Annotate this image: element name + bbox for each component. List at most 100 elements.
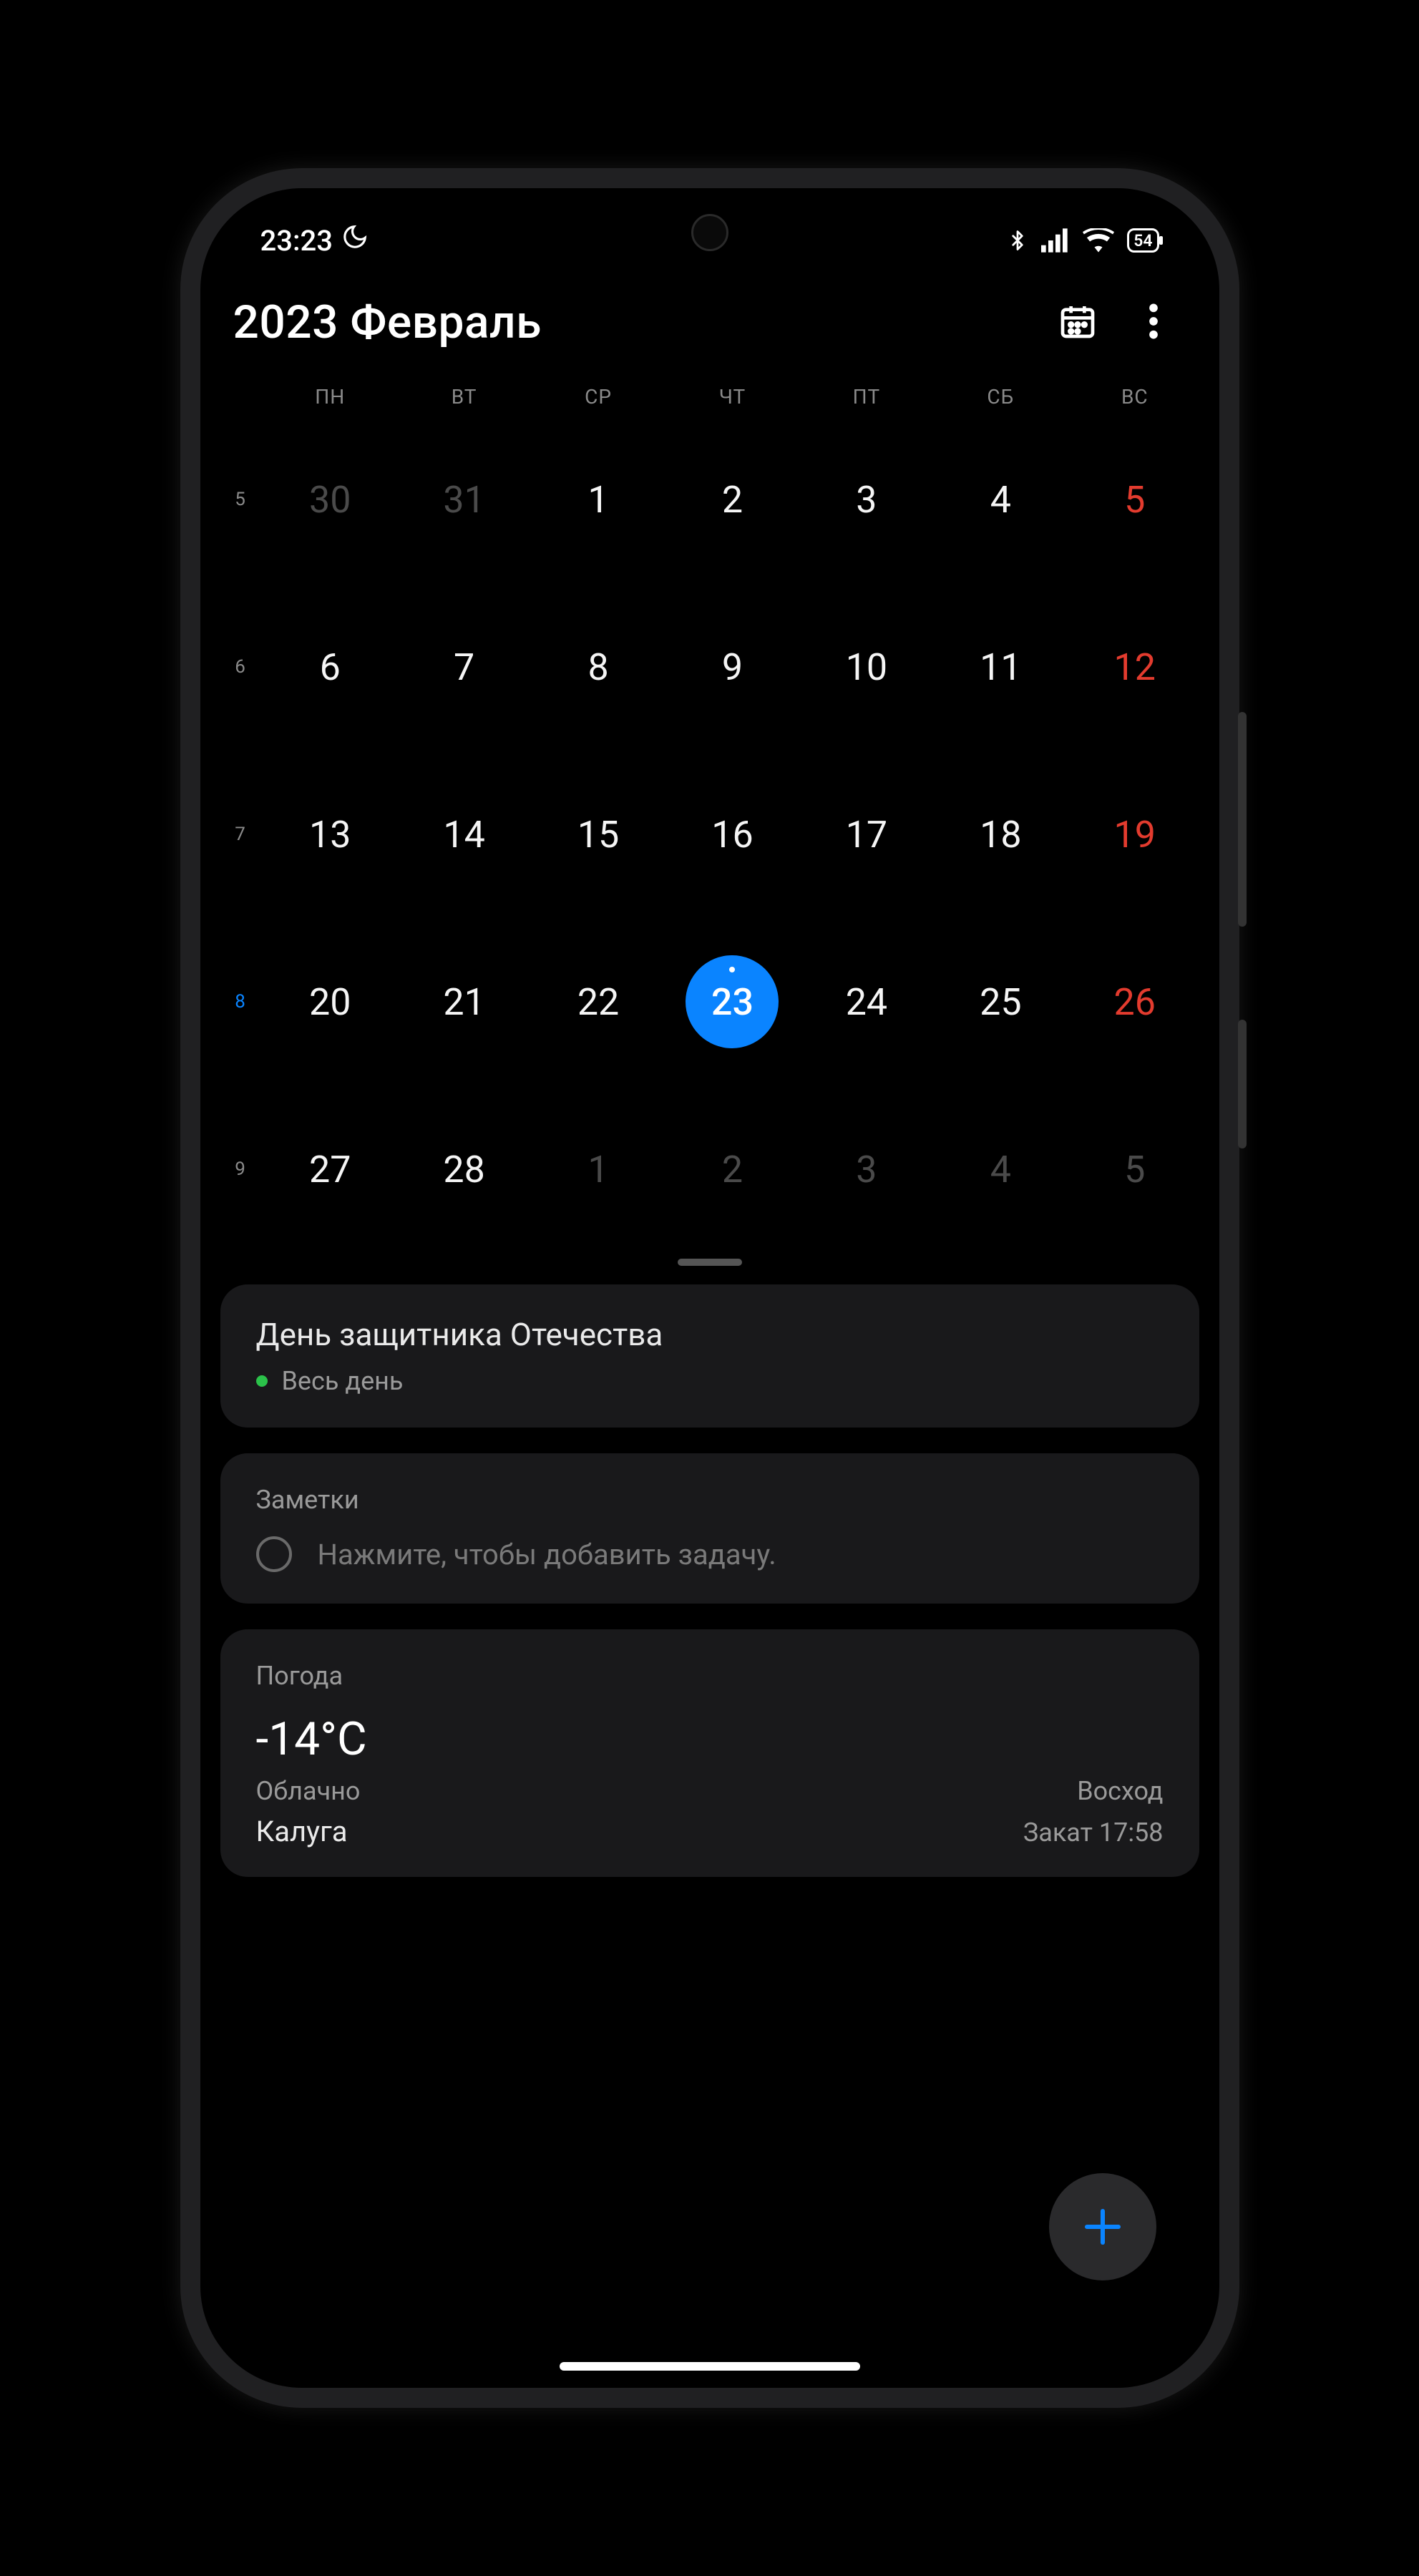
day-number: 5: [1088, 453, 1181, 546]
screen: 23:23 54 2023: [200, 188, 1219, 2388]
weather-heading: Погода: [256, 1661, 1164, 1691]
day-cell[interactable]: 2: [665, 1123, 799, 1216]
phone-frame: 23:23 54 2023: [180, 168, 1239, 2408]
day-cell[interactable]: 1: [531, 1123, 665, 1216]
day-cell[interactable]: 20: [263, 955, 397, 1048]
weather-condition: Облачно: [256, 1776, 361, 1806]
wifi-icon: [1083, 228, 1114, 253]
day-number: 2: [686, 1123, 779, 1216]
event-time: Весь день: [282, 1366, 404, 1396]
event-color-dot: [256, 1375, 268, 1387]
weekday-label: ПТ: [799, 385, 933, 409]
day-number: 7: [418, 620, 511, 713]
more-icon[interactable]: [1148, 301, 1159, 344]
weekday-label: ВС: [1068, 385, 1201, 409]
task-checkbox-icon[interactable]: [256, 1536, 292, 1572]
add-event-fab[interactable]: [1049, 2173, 1156, 2280]
day-number: 12: [1088, 620, 1181, 713]
calendar-week-row: 8 20 21 22 23242526: [218, 918, 1202, 1085]
battery-percent: 54: [1133, 231, 1152, 250]
battery-indicator: 54: [1127, 228, 1159, 253]
weather-sunrise: Восход: [1077, 1776, 1163, 1806]
day-cell[interactable]: 25: [934, 955, 1068, 1048]
day-cell[interactable]: 24: [799, 955, 933, 1048]
weekday-label: ЧТ: [665, 385, 799, 409]
weather-card[interactable]: Погода -14°C Облачно Восход Калуга Закат…: [220, 1629, 1199, 1877]
weather-city: Калуга: [256, 1815, 348, 1848]
day-number: 20: [283, 955, 376, 1048]
day-number: 21: [418, 955, 511, 1048]
week-number: 8: [218, 991, 263, 1013]
day-cell[interactable]: 12: [1068, 620, 1201, 713]
day-number: 16: [686, 788, 779, 881]
nav-indicator[interactable]: [560, 2362, 860, 2371]
signal-icon: [1041, 228, 1070, 253]
power-button[interactable]: [1238, 1020, 1247, 1148]
today-icon[interactable]: [1058, 301, 1098, 344]
day-cell[interactable]: 9: [665, 620, 799, 713]
day-cell[interactable]: 26: [1068, 955, 1201, 1048]
day-cell[interactable]: 18: [934, 788, 1068, 881]
day-cell[interactable]: 31: [397, 453, 531, 546]
day-cell[interactable]: 22: [531, 955, 665, 1048]
day-number: 3: [820, 453, 913, 546]
volume-button[interactable]: [1238, 712, 1247, 927]
camera-cutout: [691, 214, 728, 251]
day-cell[interactable]: 6: [263, 620, 397, 713]
week-number: 9: [218, 1158, 263, 1180]
day-cell[interactable]: 30: [263, 453, 397, 546]
bluetooth-icon: [1007, 226, 1028, 255]
day-cell[interactable]: 27: [263, 1123, 397, 1216]
month-year-title[interactable]: 2023 Февраль: [233, 296, 542, 349]
day-cell[interactable]: 8: [531, 620, 665, 713]
day-cell[interactable]: 10: [799, 620, 933, 713]
day-number: 30: [283, 453, 376, 546]
calendar-week-row: 9 272812345: [218, 1085, 1202, 1253]
day-cell[interactable]: 16: [665, 788, 799, 881]
day-cell[interactable]: 21: [397, 955, 531, 1048]
week-number: 6: [218, 656, 263, 678]
day-cell[interactable]: 23: [665, 955, 799, 1048]
day-cell[interactable]: 7: [397, 620, 531, 713]
notes-heading: Заметки: [256, 1485, 1164, 1515]
notes-card: Заметки Нажмите, чтобы добавить задачу.: [220, 1453, 1199, 1604]
day-number: 22: [552, 955, 645, 1048]
day-number: 1: [552, 453, 645, 546]
moon-icon: [341, 223, 369, 258]
day-number: 10: [820, 620, 913, 713]
day-cell[interactable]: 28: [397, 1123, 531, 1216]
day-number: 4: [954, 1123, 1047, 1216]
day-number: 23: [686, 955, 779, 1048]
add-task-row[interactable]: Нажмите, чтобы добавить задачу.: [256, 1536, 1164, 1572]
day-cell[interactable]: 13: [263, 788, 397, 881]
day-cell[interactable]: 3: [799, 453, 933, 546]
day-cell[interactable]: 17: [799, 788, 933, 881]
weekday-label: СБ: [934, 385, 1068, 409]
day-cell[interactable]: 14: [397, 788, 531, 881]
calendar-week-row: 7 13141516171819: [218, 751, 1202, 918]
day-cell[interactable]: 2: [665, 453, 799, 546]
day-cell[interactable]: 4: [934, 1123, 1068, 1216]
sheet-handle[interactable]: [678, 1259, 742, 1266]
week-number: 7: [218, 824, 263, 845]
app-header: 2023 Февраль: [218, 267, 1202, 364]
day-cell[interactable]: 11: [934, 620, 1068, 713]
day-cell[interactable]: 5: [1068, 1123, 1201, 1216]
day-cell[interactable]: 19: [1068, 788, 1201, 881]
day-cell[interactable]: 4: [934, 453, 1068, 546]
day-number: 18: [954, 788, 1047, 881]
day-number: 13: [283, 788, 376, 881]
day-cell[interactable]: 3: [799, 1123, 933, 1216]
day-number: 27: [283, 1123, 376, 1216]
weekday-label: ПН: [263, 385, 397, 409]
day-cell[interactable]: 15: [531, 788, 665, 881]
day-number: 9: [686, 620, 779, 713]
weekday-header: . ПН ВТ СР ЧТ ПТ СБ ВС: [218, 364, 1202, 416]
plus-icon: [1079, 2203, 1126, 2250]
task-placeholder: Нажмите, чтобы добавить задачу.: [318, 1538, 776, 1571]
event-card[interactable]: День защитника Отечества Весь день: [220, 1284, 1199, 1428]
day-number: 31: [418, 453, 511, 546]
week-number: 5: [218, 489, 263, 510]
day-cell[interactable]: 1: [531, 453, 665, 546]
day-cell[interactable]: 5: [1068, 453, 1201, 546]
